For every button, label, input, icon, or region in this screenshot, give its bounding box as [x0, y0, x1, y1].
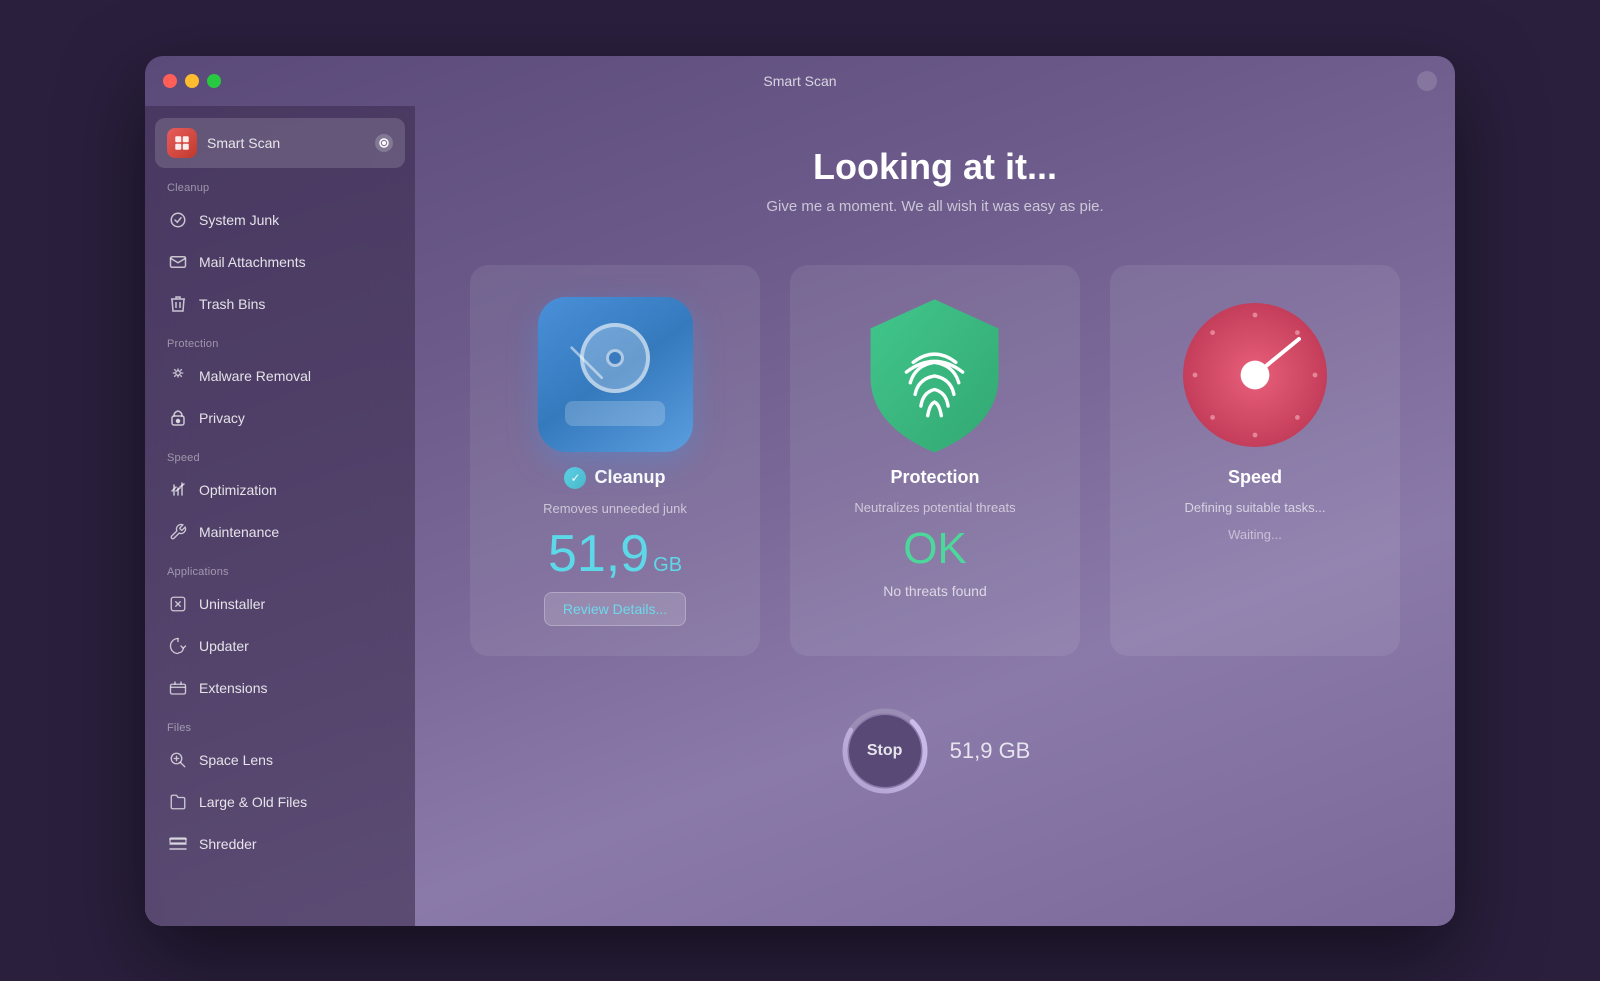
uninstaller-label: Uninstaller — [199, 596, 265, 612]
system-junk-icon — [167, 209, 189, 231]
system-junk-label: System Junk — [199, 212, 279, 228]
sidebar-item-smart-scan[interactable]: Smart Scan — [155, 118, 405, 168]
close-button[interactable] — [163, 74, 177, 88]
privacy-label: Privacy — [199, 410, 245, 426]
space-lens-icon — [167, 749, 189, 771]
sidebar-item-system-junk[interactable]: System Junk — [155, 200, 405, 240]
smart-scan-label: Smart Scan — [207, 135, 280, 151]
extensions-label: Extensions — [199, 680, 267, 696]
sidebar: Smart Scan Cleanup System Junk — [145, 106, 415, 926]
cleanup-title-row: ✓ Cleanup — [564, 467, 665, 489]
protection-status-value: OK — [903, 527, 967, 571]
main-content: Looking at it... Give me a moment. We al… — [415, 106, 1455, 926]
traffic-lights — [163, 74, 221, 88]
cleanup-value-unit: GB — [653, 555, 682, 575]
protection-icon-area — [855, 295, 1015, 455]
trash-bins-icon — [167, 293, 189, 315]
updater-icon — [167, 635, 189, 657]
shredder-label: Shredder — [199, 836, 257, 852]
cleanup-section-label: Cleanup — [145, 170, 415, 198]
sidebar-item-space-lens[interactable]: Space Lens — [155, 740, 405, 780]
cleanup-card: ✓ Cleanup Removes unneeded junk 51,9 GB … — [470, 265, 760, 656]
updater-label: Updater — [199, 638, 249, 654]
malware-removal-icon — [167, 365, 189, 387]
cleanup-card-subtitle: Removes unneeded junk — [543, 501, 687, 516]
active-indicator — [375, 134, 393, 152]
sidebar-item-shredder[interactable]: Shredder — [155, 824, 405, 864]
files-section-label: Files — [145, 710, 415, 738]
speed-section-label: Speed — [145, 440, 415, 468]
protection-card-title: Protection — [890, 467, 979, 488]
app-window: Smart Scan Smart Scan — [145, 56, 1455, 926]
stop-value: 51,9 GB — [950, 738, 1031, 764]
smart-scan-icon — [167, 128, 197, 158]
sidebar-item-optimization[interactable]: Optimization — [155, 470, 405, 510]
malware-removal-label: Malware Removal — [199, 368, 311, 384]
waiting-label: Waiting... — [1228, 527, 1282, 542]
optimization-label: Optimization — [199, 482, 277, 498]
shield-svg — [855, 287, 1015, 462]
mail-attachments-label: Mail Attachments — [199, 254, 306, 270]
protection-card: Protection Neutralizes potential threats… — [790, 265, 1080, 656]
mail-attachments-icon — [167, 251, 189, 273]
disk-body — [565, 401, 665, 426]
extensions-icon — [167, 677, 189, 699]
window-title: Smart Scan — [763, 73, 836, 89]
sidebar-item-malware-removal[interactable]: Malware Removal — [155, 356, 405, 396]
maintenance-icon — [167, 521, 189, 543]
cards-row: ✓ Cleanup Removes unneeded junk 51,9 GB … — [455, 265, 1415, 656]
titlebar-action-button[interactable] — [1417, 71, 1437, 91]
maintenance-label: Maintenance — [199, 524, 279, 540]
privacy-icon — [167, 407, 189, 429]
minimize-button[interactable] — [185, 74, 199, 88]
protection-section-label: Protection — [145, 326, 415, 354]
protection-card-subtitle: Neutralizes potential threats — [854, 500, 1015, 515]
large-old-files-label: Large & Old Files — [199, 794, 307, 810]
page-subtitle: Give me a moment. We all wish it was eas… — [766, 198, 1103, 215]
content-area: Smart Scan Cleanup System Junk — [145, 106, 1455, 926]
sidebar-item-updater[interactable]: Updater — [155, 626, 405, 666]
sidebar-item-large-old-files[interactable]: Large & Old Files — [155, 782, 405, 822]
cleanup-value-row: 51,9 GB — [548, 528, 682, 580]
page-title: Looking at it... — [813, 146, 1057, 188]
applications-section-label: Applications — [145, 554, 415, 582]
cleanup-value: 51,9 — [548, 528, 649, 580]
maximize-button[interactable] — [207, 74, 221, 88]
sidebar-item-trash-bins[interactable]: Trash Bins — [155, 284, 405, 324]
stop-area: Stop 51,9 GB — [840, 706, 1031, 796]
speed-card-subtitle: Defining suitable tasks... — [1185, 500, 1326, 515]
space-lens-label: Space Lens — [199, 752, 273, 768]
sidebar-item-maintenance[interactable]: Maintenance — [155, 512, 405, 552]
stop-ring: Stop — [840, 706, 930, 796]
sidebar-item-uninstaller[interactable]: Uninstaller — [155, 584, 405, 624]
uninstaller-icon — [167, 593, 189, 615]
speed-card-title: Speed — [1228, 467, 1282, 488]
cleanup-card-title: Cleanup — [594, 467, 665, 488]
shredder-icon — [167, 833, 189, 855]
disk-icon — [538, 297, 693, 452]
large-old-files-icon — [167, 791, 189, 813]
cleanup-check-icon: ✓ — [564, 467, 586, 489]
stop-button[interactable]: Stop — [849, 715, 921, 787]
optimization-icon — [167, 479, 189, 501]
gauge-svg — [1175, 275, 1335, 475]
sidebar-item-privacy[interactable]: Privacy — [155, 398, 405, 438]
sidebar-item-mail-attachments[interactable]: Mail Attachments — [155, 242, 405, 282]
titlebar: Smart Scan — [145, 56, 1455, 106]
speed-card: Speed Defining suitable tasks... Waiting… — [1110, 265, 1400, 656]
review-details-button[interactable]: Review Details... — [544, 592, 686, 626]
no-threats-label: No threats found — [883, 583, 987, 599]
sidebar-item-extensions[interactable]: Extensions — [155, 668, 405, 708]
cleanup-icon-area — [535, 295, 695, 455]
trash-bins-label: Trash Bins — [199, 296, 265, 312]
speed-icon-area — [1175, 295, 1335, 455]
